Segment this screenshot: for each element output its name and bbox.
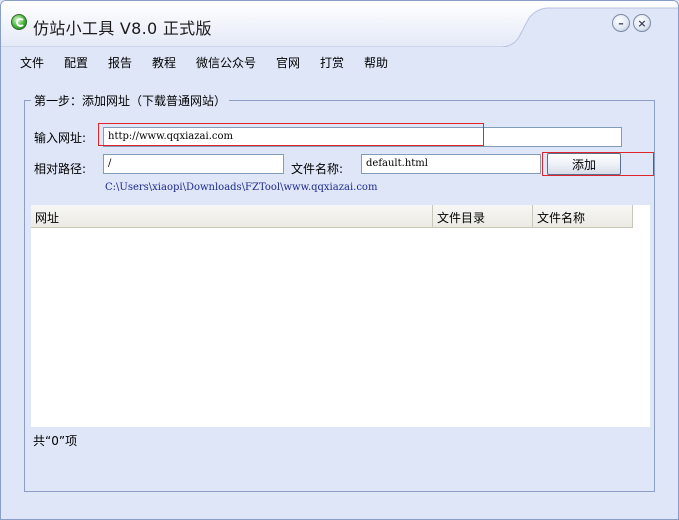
column-header-url[interactable]: 网址 <box>31 205 433 227</box>
filename-input[interactable]: default.html <box>361 154 541 174</box>
menu-help[interactable]: 帮助 <box>364 54 388 71</box>
menu-donate[interactable]: 打赏 <box>320 54 344 71</box>
column-header-directory[interactable]: 文件目录 <box>433 205 533 227</box>
url-list-table[interactable]: 网址 文件目录 文件名称 <box>31 205 650 427</box>
menu-bar: 文件 配置 报告 教程 微信公众号 官网 打赏 帮助 <box>1 47 678 75</box>
menu-report[interactable]: 报告 <box>108 54 132 71</box>
close-button[interactable]: × <box>633 14 651 32</box>
title-bar[interactable]: 仿站小工具 V8.0 正式版 – × <box>1 1 678 47</box>
url-label: 输入网址: <box>34 131 87 145</box>
window-title: 仿站小工具 V8.0 正式版 <box>33 19 212 38</box>
relative-path-label: 相对路径: <box>34 162 87 176</box>
table-header: 网址 文件目录 文件名称 <box>31 205 633 228</box>
menu-official-site[interactable]: 官网 <box>276 54 300 71</box>
url-input-highlight <box>98 123 484 146</box>
relative-path-input[interactable]: / <box>103 154 284 174</box>
menu-wechat[interactable]: 微信公众号 <box>196 54 256 71</box>
minimize-icon: – <box>618 16 624 30</box>
menu-file[interactable]: 文件 <box>20 54 44 71</box>
save-path-text: C:\Users\xiaopi\Downloads\FZTool\www.qqx… <box>105 182 378 193</box>
step-one-legend: 第一步：添加网址（下载普通网站） <box>31 92 230 109</box>
add-button-highlight <box>542 152 654 176</box>
close-icon: × <box>637 16 647 30</box>
item-count-text: 共“0”项 <box>33 434 78 448</box>
minimize-button[interactable]: – <box>612 14 630 32</box>
column-header-filename[interactable]: 文件名称 <box>533 205 633 227</box>
filename-label: 文件名称: <box>291 162 344 176</box>
menu-tutorial[interactable]: 教程 <box>152 54 176 71</box>
menu-config[interactable]: 配置 <box>64 54 88 71</box>
app-logo-icon <box>11 14 27 30</box>
app-window: 仿站小工具 V8.0 正式版 – × 文件 配置 报告 教程 微信公众号 官网 … <box>0 0 679 520</box>
